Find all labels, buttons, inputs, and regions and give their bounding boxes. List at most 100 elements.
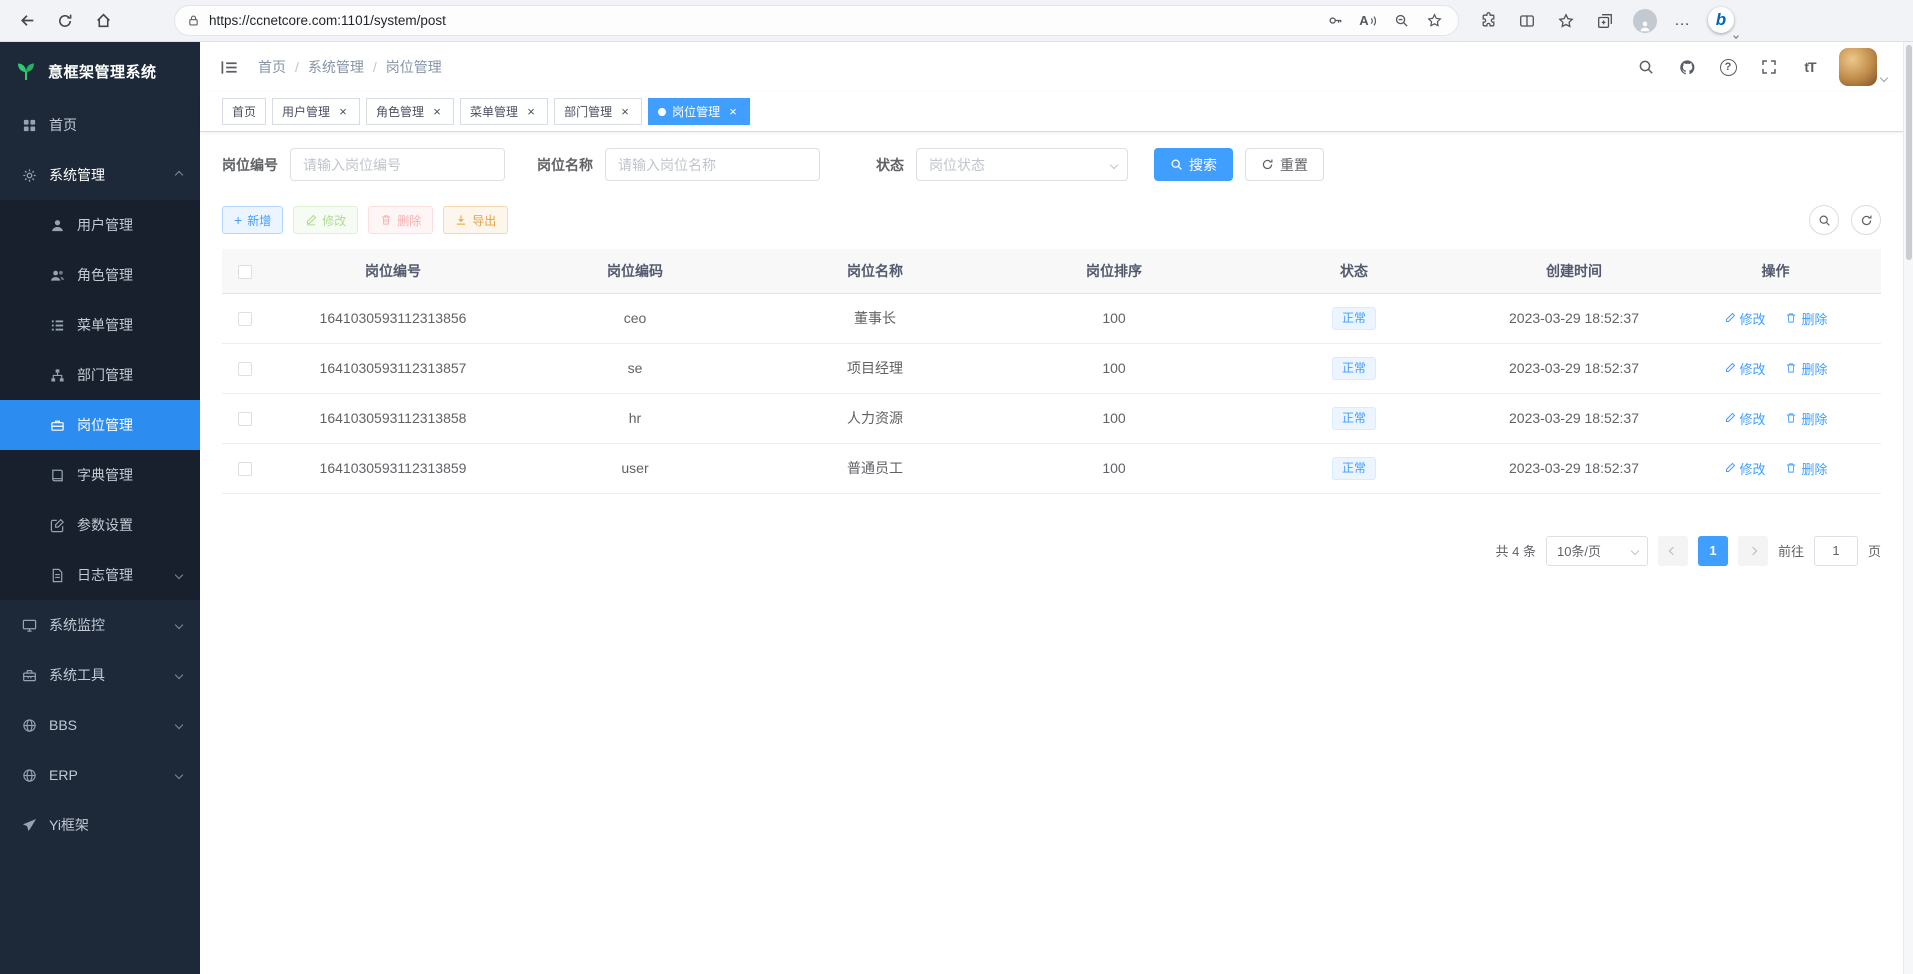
sidebar-item-role[interactable]: 角色管理 — [0, 250, 200, 300]
browser-refresh-button[interactable] — [50, 6, 80, 36]
close-icon[interactable]: × — [524, 105, 538, 119]
favorites-bar-star-icon[interactable] — [1555, 10, 1577, 32]
cell-post-id: 1641030593112313858 — [268, 393, 518, 443]
sidebar-item-user[interactable]: 用户管理 — [0, 200, 200, 250]
post-name-input[interactable] — [605, 148, 820, 181]
row-delete-link[interactable]: 删除 — [1785, 459, 1827, 478]
zoom-out-icon[interactable] — [1389, 9, 1413, 33]
browser-home-button[interactable] — [88, 6, 118, 36]
search-button-label: 搜索 — [1189, 155, 1217, 175]
sidebar-item-post[interactable]: 岗位管理 — [0, 400, 200, 450]
select-all-checkbox[interactable] — [238, 265, 252, 279]
add-favorite-star-icon[interactable] — [1422, 9, 1446, 33]
breadcrumb: 首页 / 系统管理 / 岗位管理 — [258, 57, 442, 77]
browser-profile-avatar[interactable] — [1633, 9, 1657, 33]
tab-role[interactable]: 角色管理 × — [366, 98, 454, 125]
font-size-icon[interactable]: tT — [1798, 55, 1822, 79]
chevron-right-icon — [1749, 546, 1757, 554]
password-key-icon[interactable] — [1323, 9, 1347, 33]
row-checkbox[interactable] — [238, 312, 252, 326]
navbar-actions: ? tT — [1634, 48, 1887, 86]
sidebar-item-param[interactable]: 参数设置 — [0, 500, 200, 550]
export-button[interactable]: 导出 — [443, 206, 508, 234]
edit-square-icon — [48, 518, 66, 533]
row-edit-link[interactable]: 修改 — [1724, 409, 1766, 428]
sidebar-item-label: 系统工具 — [49, 665, 105, 685]
cell-post-sort: 100 — [998, 393, 1230, 443]
row-checkbox[interactable] — [238, 462, 252, 476]
browser-back-button[interactable] — [12, 6, 42, 36]
read-aloud-button[interactable]: A — [1356, 9, 1380, 33]
close-icon[interactable]: × — [430, 105, 444, 119]
tab-menu[interactable]: 菜单管理 × — [460, 98, 548, 125]
sidebar-item-tools[interactable]: 系统工具 — [0, 650, 200, 700]
address-bar[interactable]: https://ccnetcore.com:1101/system/post A — [174, 5, 1459, 36]
sidebar-item-monitor[interactable]: 系统监控 — [0, 600, 200, 650]
help-icon[interactable]: ? — [1716, 55, 1740, 79]
table-row[interactable]: 1641030593112313858 hr 人力资源 100 正常 2023-… — [222, 393, 1881, 443]
tab-user[interactable]: 用户管理 × — [272, 98, 360, 125]
sidebar-item-home[interactable]: 首页 — [0, 100, 200, 150]
status-badge: 正常 — [1332, 357, 1376, 380]
close-icon[interactable]: × — [726, 105, 740, 119]
extensions-puzzle-icon[interactable] — [1477, 10, 1499, 32]
status-select[interactable]: 岗位状态 — [916, 148, 1128, 181]
row-edit-link[interactable]: 修改 — [1724, 309, 1766, 328]
row-edit-link[interactable]: 修改 — [1724, 459, 1766, 478]
post-code-input[interactable] — [290, 148, 505, 181]
sidebar-toggle-icon[interactable] — [216, 54, 242, 80]
search-button[interactable]: 搜索 — [1154, 148, 1233, 181]
user-avatar-dropdown[interactable] — [1839, 48, 1887, 86]
reset-button[interactable]: 重置 — [1245, 148, 1324, 181]
fullscreen-icon[interactable] — [1757, 55, 1781, 79]
collections-icon[interactable] — [1594, 10, 1616, 32]
add-button[interactable]: + 新增 — [222, 206, 283, 234]
table-row[interactable]: 1641030593112313857 se 项目经理 100 正常 2023-… — [222, 343, 1881, 393]
split-screen-icon[interactable] — [1516, 10, 1538, 32]
delete-button[interactable]: 删除 — [368, 206, 433, 234]
header-post-code: 岗位编码 — [518, 249, 752, 293]
breadcrumb-home[interactable]: 首页 — [258, 57, 286, 77]
table-row[interactable]: 1641030593112313856 ceo 董事长 100 正常 2023-… — [222, 293, 1881, 343]
page-number-1[interactable]: 1 — [1698, 536, 1728, 566]
next-page-button[interactable] — [1738, 536, 1768, 566]
sidebar-item-erp[interactable]: ERP — [0, 750, 200, 800]
goto-page-input[interactable] — [1814, 536, 1858, 566]
sidebar-item-dict[interactable]: 字典管理 — [0, 450, 200, 500]
scrollbar-thumb[interactable] — [1906, 45, 1912, 260]
page-size-select[interactable]: 10条/页 — [1546, 536, 1648, 566]
row-delete-link[interactable]: 删除 — [1785, 359, 1827, 378]
tab-post[interactable]: 岗位管理 × — [648, 98, 750, 125]
sidebar-item-system[interactable]: 系统管理 — [0, 150, 200, 200]
browser-settings-more-icon[interactable]: … — [1674, 12, 1691, 30]
row-delete-link[interactable]: 删除 — [1785, 309, 1827, 328]
github-icon[interactable] — [1675, 55, 1699, 79]
bing-chat-button[interactable]: b — [1708, 7, 1735, 34]
header-search-icon[interactable] — [1634, 55, 1658, 79]
row-checkbox[interactable] — [238, 362, 252, 376]
refresh-table-button[interactable] — [1851, 205, 1881, 235]
close-icon[interactable]: × — [618, 105, 632, 119]
chevron-down-icon — [1631, 546, 1639, 554]
row-delete-link[interactable]: 删除 — [1785, 409, 1827, 428]
row-checkbox[interactable] — [238, 412, 252, 426]
prev-page-button[interactable] — [1658, 536, 1688, 566]
sidebar-item-label: BBS — [49, 717, 77, 733]
sidebar-item-yi-framework[interactable]: Yi框架 — [0, 800, 200, 850]
edit-button[interactable]: 修改 — [293, 206, 358, 234]
sidebar-item-menu[interactable]: 菜单管理 — [0, 300, 200, 350]
toggle-search-button[interactable] — [1809, 205, 1839, 235]
sidebar-item-dept[interactable]: 部门管理 — [0, 350, 200, 400]
sidebar-item-label: 角色管理 — [77, 265, 133, 285]
gear-icon — [20, 168, 38, 183]
page-scrollbar[interactable] — [1903, 42, 1913, 974]
sidebar-item-log[interactable]: 日志管理 — [0, 550, 200, 600]
breadcrumb-system[interactable]: 系统管理 — [308, 57, 364, 77]
close-icon[interactable]: × — [336, 105, 350, 119]
page-unit-label: 页 — [1868, 541, 1881, 560]
table-row[interactable]: 1641030593112313859 user 普通员工 100 正常 202… — [222, 443, 1881, 493]
tab-home[interactable]: 首页 — [222, 98, 266, 125]
tab-dept[interactable]: 部门管理 × — [554, 98, 642, 125]
sidebar-item-bbs[interactable]: BBS — [0, 700, 200, 750]
row-edit-link[interactable]: 修改 — [1724, 359, 1766, 378]
